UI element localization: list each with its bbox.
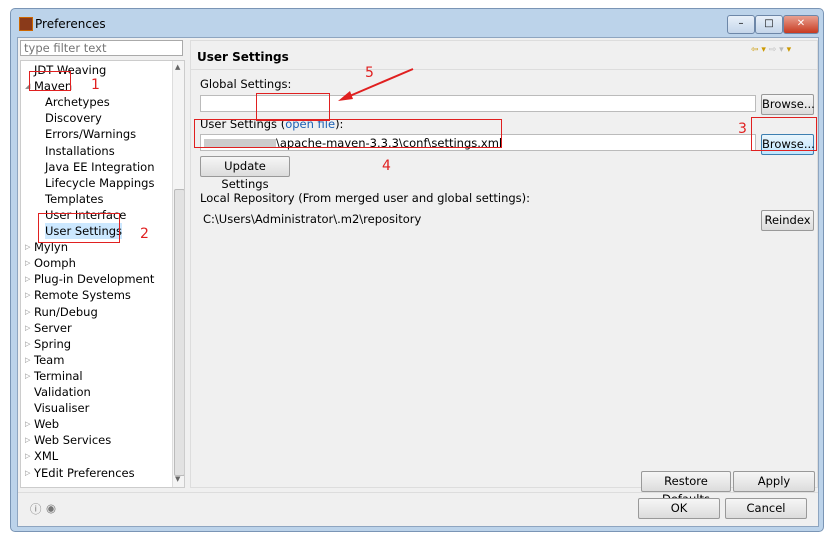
annotation-arrow [338,68,414,101]
